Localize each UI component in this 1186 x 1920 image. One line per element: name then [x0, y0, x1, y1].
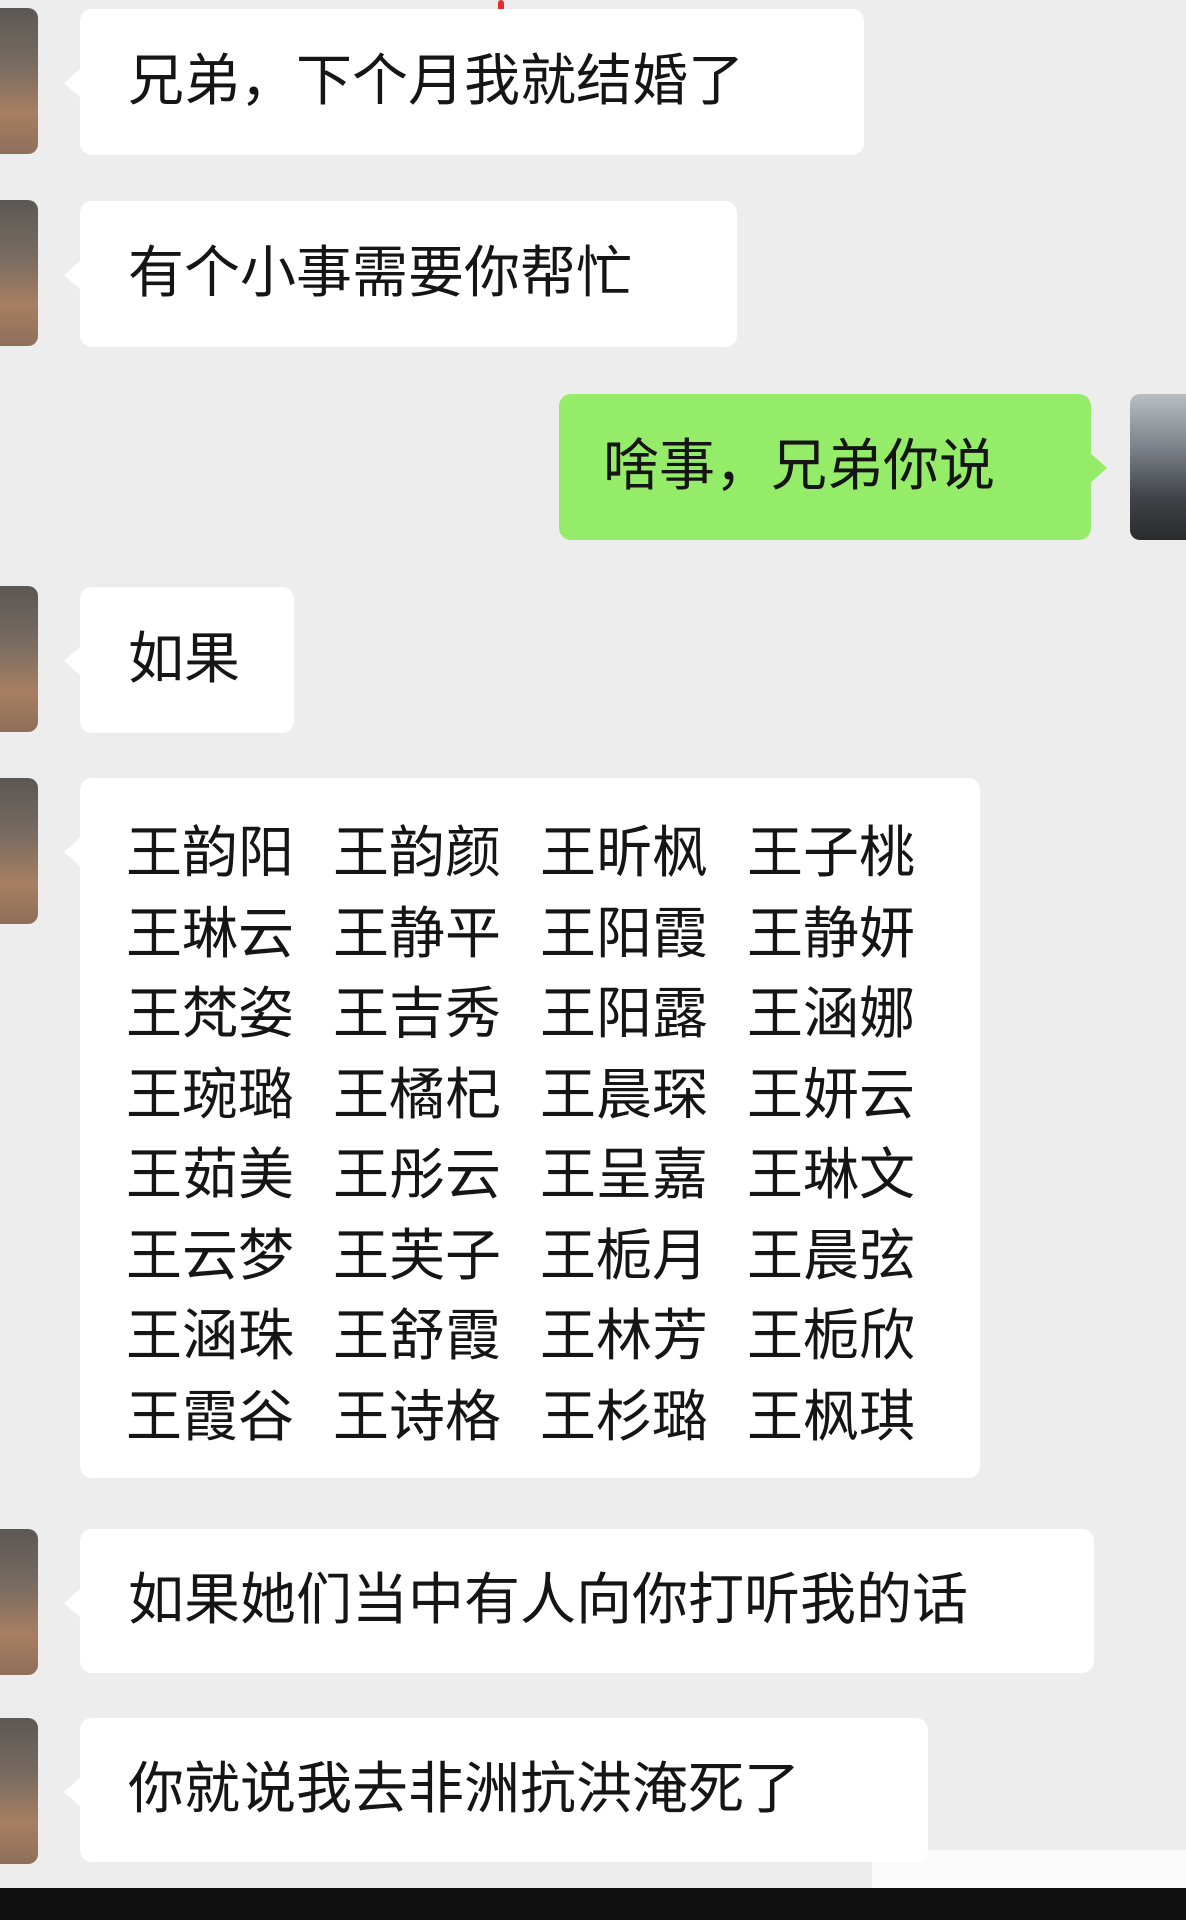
chat-area: 兄弟，下个月我就结婚了 有个小事需要你帮忙 啥事，兄弟你说 如果 王韵阳 王韵颜王… [0, 0, 1186, 1888]
name-item: 王妍云 [747, 1062, 915, 1128]
message-bubble[interactable]: 你就说我去非洲抗洪淹死了 [64, 1718, 928, 1862]
friend-avatar[interactable] [0, 778, 38, 924]
name-item: 王杉璐 [540, 1384, 708, 1450]
name-item: 王呈嘉 [540, 1143, 708, 1208]
message-bubble[interactable]: 有个小事需要你帮忙 [64, 201, 737, 347]
name-item: 王橘杞 [333, 1062, 501, 1128]
message-bubble[interactable]: 如果她们当中有人向你打听我的话 [64, 1529, 1094, 1673]
message-bubble[interactable]: 兄弟，下个月我就结婚了 [64, 9, 864, 155]
name-item: 王霞谷 [126, 1384, 294, 1450]
message-text: 有个小事需要你帮忙 [128, 241, 632, 306]
name-item: 王琳云 [126, 901, 294, 967]
friend-avatar[interactable] [0, 1529, 38, 1675]
message-text: 兄弟，下个月我就结婚了 [128, 49, 744, 114]
name-item: 王梵姿 [126, 982, 294, 1047]
name-item: 王琳文 [747, 1143, 915, 1208]
my-message-bubble[interactable]: 啥事，兄弟你说 [559, 394, 1107, 540]
name-item: 王涵娜 [747, 982, 915, 1047]
name-item: 王枫琪 [747, 1384, 915, 1450]
message-text: 如果 [128, 627, 240, 692]
name-item: 王晨弦 [747, 1223, 915, 1289]
message-text: 啥事，兄弟你说 [603, 434, 995, 499]
name-item: 王昕枫 [540, 821, 708, 886]
name-item: 王子桃 [747, 821, 915, 886]
friend-avatar[interactable] [0, 8, 38, 154]
name-item: 王琬璐 [126, 1062, 294, 1128]
name-item: 王韵颜 [333, 821, 501, 886]
friend-avatar[interactable] [0, 1718, 38, 1864]
message-text: 你就说我去非洲抗洪淹死了 [128, 1757, 800, 1822]
name-item: 王静平 [333, 901, 501, 967]
my-avatar[interactable] [1130, 394, 1186, 540]
name-item: 王阳霞 [540, 901, 708, 967]
name-item: 王晨琛 [540, 1062, 708, 1128]
name-item: 王阳露 [540, 982, 708, 1047]
name-list: 王韵阳 王韵颜 王昕枫 王子桃 王琳云 王静平 王阳霞 王静妍 王梵姿 王吉秀 王阳露 王涵娜 王琬璐王… [126, 814, 936, 1458]
friend-avatar[interactable] [0, 200, 38, 346]
name-item: 王栀欣 [747, 1304, 915, 1369]
name-item: 王栀月 [540, 1223, 708, 1289]
message-text: 如果她们当中有人向你打听我的话 [128, 1568, 968, 1633]
name-item: 王茹美 [126, 1143, 294, 1208]
name-item: 王涵珠 [126, 1304, 294, 1369]
name-item: 王诗格 [333, 1384, 501, 1450]
friend-avatar[interactable] [0, 586, 38, 732]
name-item: 王韵阳 [126, 821, 294, 886]
name-item: 王吉秀 [333, 982, 501, 1047]
name-item: 王林芳 [540, 1304, 708, 1369]
name-item: 王舒霞 [333, 1304, 501, 1369]
message-bubble[interactable]: 如果 [64, 587, 294, 733]
name-item: 王芙子 [333, 1223, 501, 1289]
name-item: 王云梦 [126, 1223, 294, 1289]
watermark-overlay [872, 1850, 1186, 1888]
bottom-bar [0, 1888, 1186, 1920]
name-item: 王静妍 [747, 901, 915, 967]
name-item: 王彤云 [333, 1143, 501, 1208]
